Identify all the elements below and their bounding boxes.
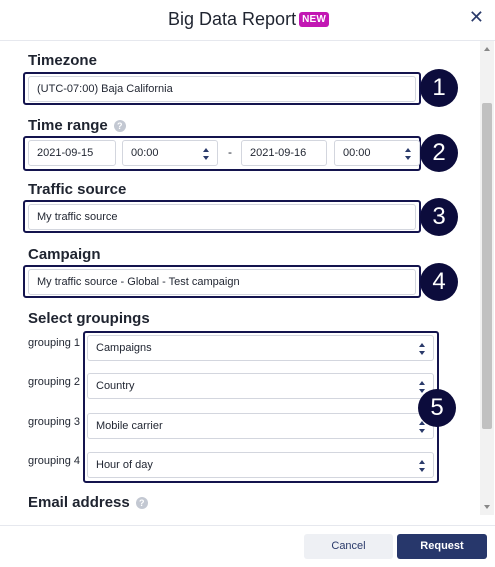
grouping-label: grouping 4	[28, 455, 80, 467]
cancel-button[interactable]: Cancel	[304, 534, 393, 559]
grouping-value: Mobile carrier	[96, 420, 163, 432]
campaign-value: My traffic source - Global - Test campai…	[37, 276, 240, 288]
chevron-updown-icon	[419, 381, 425, 393]
grouping-label: grouping 3	[28, 416, 80, 428]
end-time-select[interactable]: 00:00	[334, 140, 420, 166]
callout-1: 1	[420, 69, 458, 107]
grouping-value: Hour of day	[96, 459, 153, 471]
start-date-input[interactable]: 2021-09-15	[28, 140, 116, 166]
help-icon[interactable]: ?	[135, 497, 148, 509]
time-range-label: Time range?	[28, 117, 126, 134]
end-time-value: 00:00	[343, 147, 371, 159]
grouping-select[interactable]: Hour of day	[87, 452, 434, 478]
callout-3: 3	[420, 198, 458, 236]
modal-header: Big Data Report NEW ✕	[0, 0, 495, 41]
time-range-label-text: Time range	[28, 117, 108, 134]
campaign-label: Campaign	[28, 246, 101, 263]
start-time-value: 00:00	[131, 147, 159, 159]
chevron-updown-icon	[419, 460, 425, 472]
chevron-updown-icon	[419, 343, 425, 355]
grouping-value: Country	[96, 380, 135, 392]
big-data-report-modal: Big Data Report NEW ✕ Timezone (UTC-07:0…	[0, 0, 495, 567]
help-icon[interactable]: ?	[113, 120, 126, 132]
callout-4: 4	[420, 263, 458, 301]
title-wrap: Big Data Report NEW	[168, 9, 330, 30]
grouping-label: grouping 1	[28, 337, 80, 349]
end-date-value: 2021-09-16	[250, 147, 307, 159]
scrollbar-thumb[interactable]	[482, 103, 492, 429]
grouping-select[interactable]: Mobile carrier	[87, 413, 434, 439]
timezone-value: (UTC-07:00) Baja California	[37, 83, 173, 95]
modal-footer: Cancel Request	[0, 525, 495, 567]
callout-2: 2	[420, 134, 458, 172]
grouping-select[interactable]: Country	[87, 373, 434, 399]
chevron-updown-icon	[203, 148, 209, 160]
time-range-separator: -	[228, 145, 232, 159]
traffic-source-label: Traffic source	[28, 181, 127, 198]
scrollbar[interactable]	[480, 41, 494, 515]
scroll-up-arrow-icon[interactable]	[484, 47, 490, 51]
modal-title: Big Data Report	[168, 9, 297, 29]
start-time-select[interactable]: 00:00	[122, 140, 218, 166]
end-date-input[interactable]: 2021-09-16	[241, 140, 327, 166]
timezone-label: Timezone	[28, 52, 97, 69]
new-badge: NEW	[299, 12, 330, 27]
callout-5: 5	[418, 389, 456, 427]
timezone-select[interactable]: (UTC-07:00) Baja California	[28, 76, 416, 102]
start-date-value: 2021-09-15	[37, 147, 94, 159]
grouping-value: Campaigns	[96, 342, 152, 354]
traffic-source-select[interactable]: My traffic source	[28, 204, 416, 230]
email-label: Email address?	[28, 494, 148, 511]
grouping-select[interactable]: Campaigns	[87, 335, 434, 361]
modal-content: Timezone (UTC-07:00) Baja California 1 T…	[0, 41, 480, 515]
email-label-text: Email address	[28, 494, 130, 511]
scroll-down-arrow-icon[interactable]	[484, 505, 490, 509]
groupings-label: Select groupings	[28, 310, 150, 327]
close-icon[interactable]: ✕	[469, 8, 484, 26]
request-button[interactable]: Request	[397, 534, 487, 559]
traffic-source-value: My traffic source	[37, 211, 118, 223]
grouping-label: grouping 2	[28, 376, 80, 388]
campaign-select[interactable]: My traffic source - Global - Test campai…	[28, 269, 416, 295]
chevron-updown-icon	[405, 148, 411, 160]
